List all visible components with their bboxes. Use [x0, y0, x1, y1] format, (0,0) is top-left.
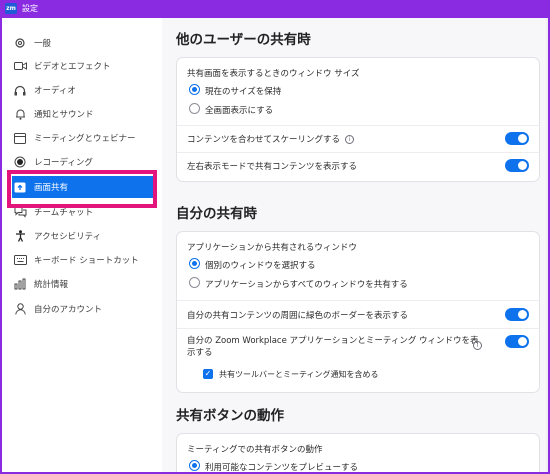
- sidebar-item-notifications[interactable]: 通知とサウンド: [12, 103, 154, 125]
- divider: [177, 152, 539, 153]
- divider: [177, 328, 539, 329]
- radio-keep-size-label: 現在のサイズを保持: [205, 87, 282, 97]
- video-icon: [12, 58, 28, 74]
- record-icon: [12, 154, 28, 170]
- share-button-card: ミーティングでの共有ボタンの動作 利用可能なコンテンツをプレビューする: [176, 433, 540, 473]
- keyboard-icon: [12, 252, 28, 268]
- meeting-share-button-label: ミーティングでの共有ボタンの動作: [187, 445, 323, 455]
- settings-content: 他のユーザーの共有時 共有画面を表示するときのウィンドウ サイズ 現在のサイズを…: [162, 18, 548, 473]
- settings-window: zm 設定 一般 ビデオとエフェクト オーディオ 通知とサウンド ミーティングと…: [0, 0, 550, 474]
- radio-fullscreen[interactable]: [189, 103, 200, 114]
- side-by-side-label: 左右表示モードで共有コンテンツを表示する: [187, 162, 358, 172]
- radio-individual-window[interactable]: [189, 258, 200, 269]
- radio-keep-size[interactable]: [189, 84, 200, 95]
- zoom-window-label-line1: 自分の Zoom Workplace アプリケーションとミーティング ウィンドウ…: [187, 336, 479, 346]
- sidebar-item-label: 自分のアカウント: [34, 305, 103, 315]
- app-window-label: アプリケーションから共有されるウィンドウ: [187, 243, 357, 253]
- radio-preview-content-label: 利用可能なコンテンツをプレビューする: [205, 463, 359, 473]
- radio-fullscreen-label: 全画面表示にする: [205, 106, 274, 116]
- stats-icon: [12, 276, 28, 292]
- highlight-annotation: [7, 170, 157, 208]
- zoom-app-icon: zm: [5, 3, 17, 14]
- radio-preview-content[interactable]: [189, 460, 200, 471]
- scale-content-text: コンテンツを合わせてスケーリングする: [187, 135, 341, 145]
- radio-all-windows-label: アプリケーションからすべてのウィンドウを共有する: [205, 280, 408, 290]
- scale-content-toggle[interactable]: [505, 132, 529, 145]
- window-title: 設定: [22, 4, 38, 13]
- radio-all-windows[interactable]: [189, 277, 200, 288]
- sidebar-item-label: キーボード ショートカット: [34, 256, 139, 266]
- sidebar-item-meetings[interactable]: ミーティングとウェビナー: [12, 127, 154, 149]
- sidebar-item-keyboard-shortcuts[interactable]: キーボード ショートカット: [12, 249, 154, 271]
- sidebar: 一般 ビデオとエフェクト オーディオ 通知とサウンド ミーティングとウェビナー …: [4, 18, 162, 472]
- headphones-icon: [12, 82, 28, 98]
- sidebar-item-label: アクセシビリティ: [34, 232, 102, 242]
- accessibility-icon: [12, 228, 28, 244]
- section-title-others-sharing: 他のユーザーの共有時: [176, 32, 311, 48]
- sidebar-item-label: ミーティングとウェビナー: [34, 134, 136, 144]
- sidebar-item-general[interactable]: 一般: [12, 32, 154, 54]
- info-icon[interactable]: i: [473, 341, 482, 350]
- divider: [177, 300, 539, 301]
- scale-content-label: コンテンツを合わせてスケーリングする i: [187, 133, 355, 145]
- green-border-label: 自分の共有コンテンツの周囲に緑色のボーダーを表示する: [187, 311, 409, 321]
- zoom-window-label: 自分の Zoom Workplace アプリケーションとミーティング ウィンドウ…: [187, 335, 487, 359]
- zoom-window-toggle[interactable]: [505, 335, 529, 348]
- sidebar-item-accessibility[interactable]: アクセシビリティ: [12, 225, 154, 247]
- sidebar-item-label: オーディオ: [34, 86, 76, 96]
- toolbar-checkbox-label: 共有ツールバーとミーティング通知を含める: [219, 370, 379, 379]
- account-icon: [12, 301, 28, 317]
- sidebar-item-label: 通知とサウンド: [34, 110, 94, 120]
- others-sharing-card: 共有画面を表示するときのウィンドウ サイズ 現在のサイズを保持 全画面表示にする…: [176, 57, 540, 182]
- sidebar-item-label: ビデオとエフェクト: [34, 62, 111, 72]
- window-size-label: 共有画面を表示するときのウィンドウ サイズ: [187, 69, 360, 79]
- calendar-icon: [12, 130, 28, 146]
- green-border-toggle[interactable]: [505, 308, 529, 321]
- zoom-window-label-line2: 示する: [187, 348, 213, 358]
- sidebar-item-account[interactable]: 自分のアカウント: [12, 298, 154, 320]
- section-title-share-button: 共有ボタンの動作: [176, 408, 284, 424]
- section-title-my-sharing: 自分の共有時: [176, 206, 257, 222]
- sidebar-item-label: 一般: [34, 39, 52, 49]
- title-bar: zm 設定: [2, 0, 548, 18]
- sidebar-item-statistics[interactable]: 統計情報: [12, 273, 154, 295]
- toolbar-checkbox[interactable]: ✓: [203, 369, 213, 379]
- sidebar-item-label: 統計情報: [34, 280, 69, 290]
- side-by-side-toggle[interactable]: [505, 159, 529, 172]
- sidebar-item-audio[interactable]: オーディオ: [12, 79, 154, 101]
- sidebar-item-video[interactable]: ビデオとエフェクト: [12, 55, 154, 77]
- radio-individual-window-label: 個別のウィンドウを選択する: [205, 261, 316, 271]
- bell-icon: [12, 106, 28, 122]
- divider: [177, 125, 539, 126]
- my-sharing-card: アプリケーションから共有されるウィンドウ 個別のウィンドウを選択する アプリケー…: [176, 231, 540, 393]
- scrollbar[interactable]: [546, 18, 548, 472]
- gear-icon: [12, 35, 28, 51]
- info-icon[interactable]: i: [345, 135, 355, 144]
- sidebar-item-label: レコーディング: [34, 158, 93, 168]
